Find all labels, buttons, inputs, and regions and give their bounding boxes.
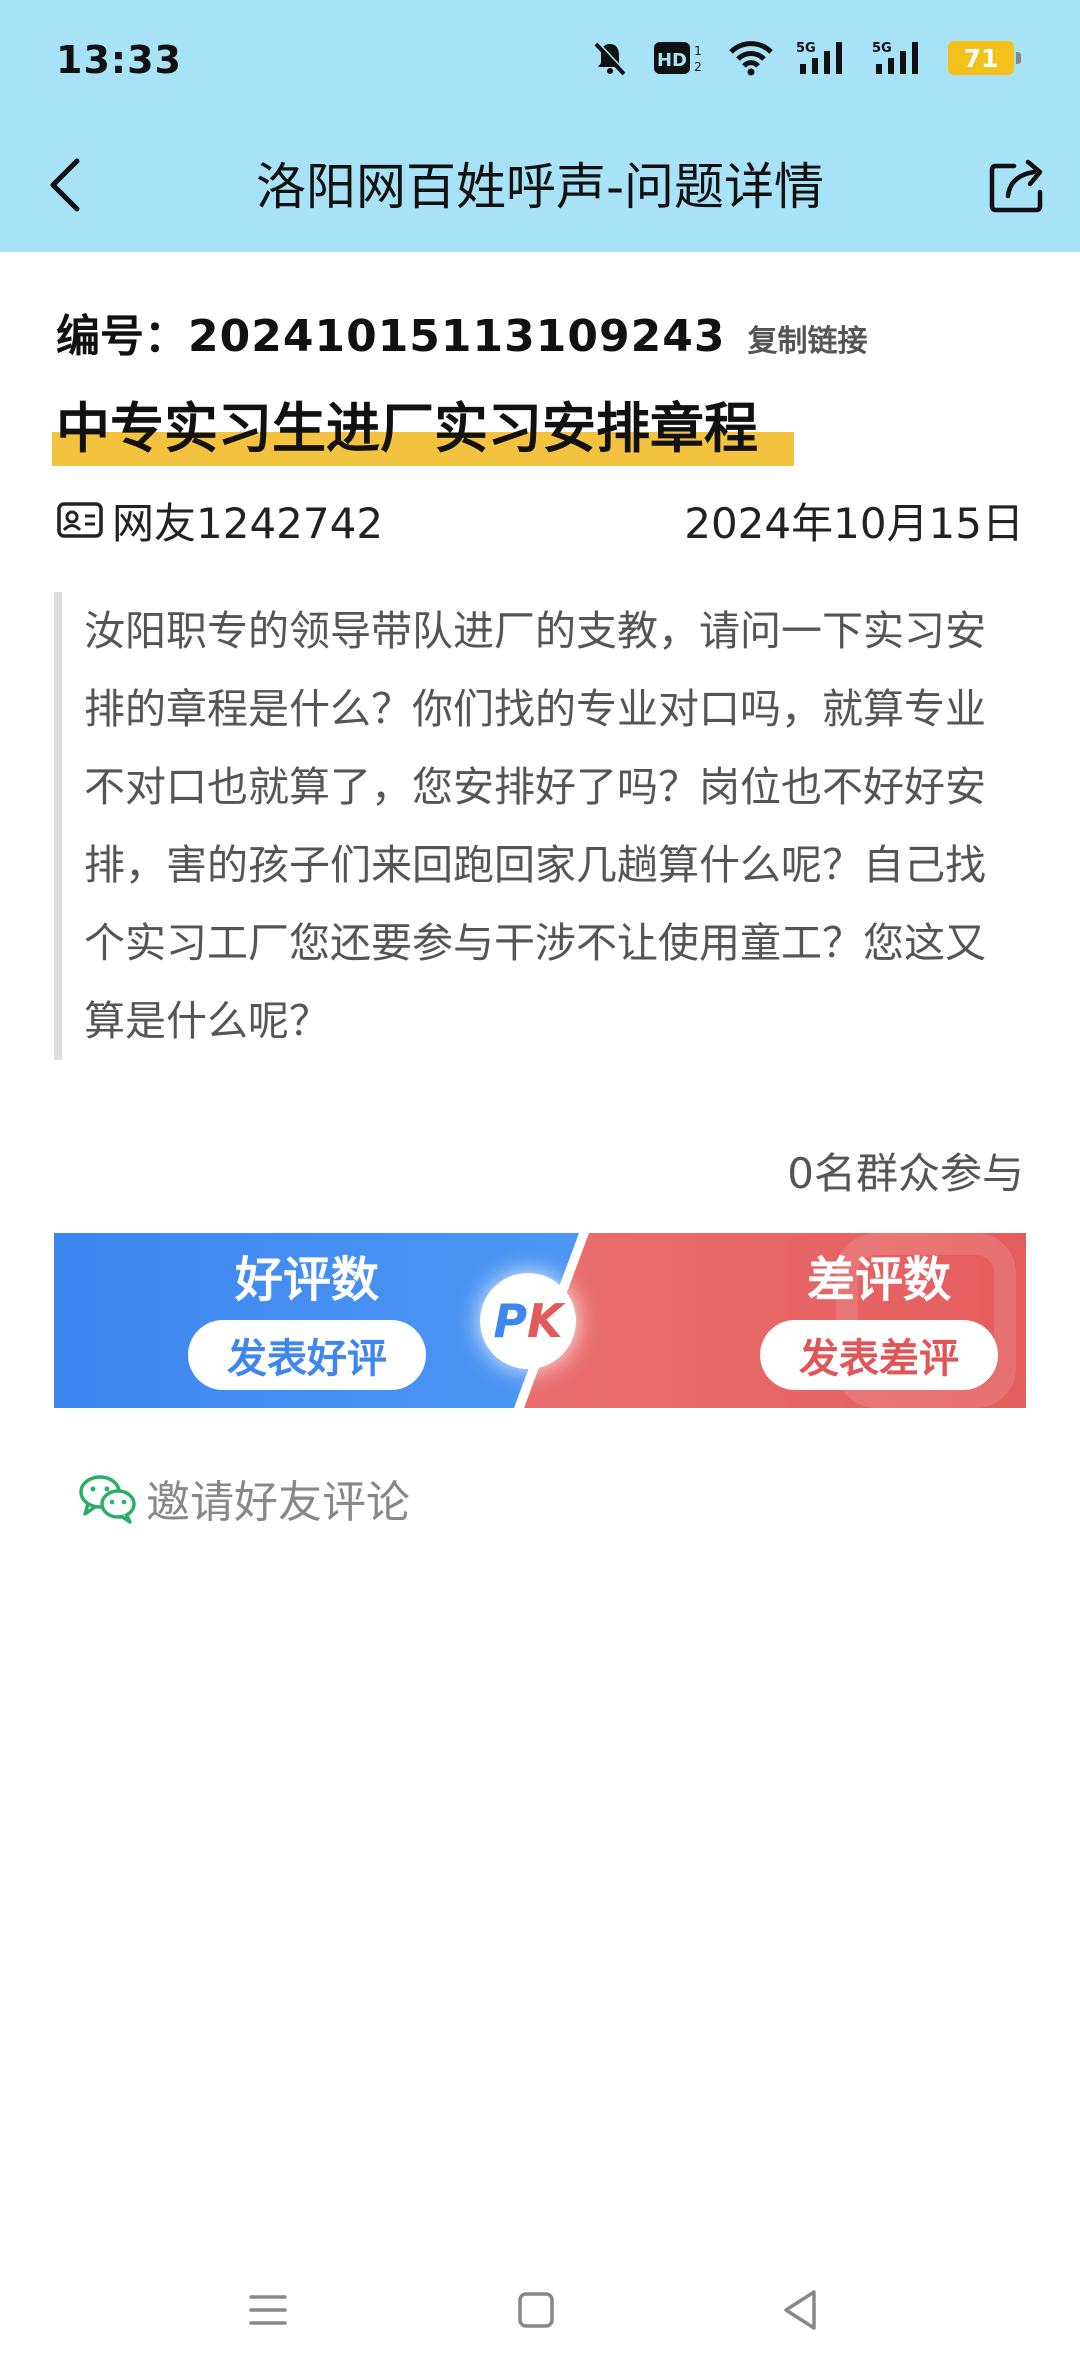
share-button[interactable]: [984, 150, 1054, 220]
top-bar: 13:33 HD 1 2 5G 5G 71 洛阳网百姓呼声-问题详情: [0, 0, 1080, 252]
participant-count: 0名群众参与: [787, 1149, 1024, 1198]
svg-text:2: 2: [694, 60, 702, 74]
post-bad-review-button[interactable]: 发表差评: [760, 1320, 998, 1390]
bad-count-label: 差评数: [806, 1252, 951, 1308]
hd-icon: HD 1 2: [652, 38, 706, 78]
author-name: 网友1242742: [112, 498, 384, 548]
issue-code: 20241015113109243: [188, 311, 726, 362]
signal-5g-icon: 5G: [872, 38, 926, 78]
home-square-icon: [518, 2292, 554, 2328]
svg-text:5G: 5G: [796, 41, 816, 56]
nav-menu-button[interactable]: [228, 2270, 308, 2350]
status-icons: HD 1 2 5G 5G 71: [590, 34, 1021, 82]
invite-friends-button[interactable]: 邀请好友评论: [78, 1466, 410, 1530]
svg-text:1: 1: [694, 44, 702, 58]
pk-bad-column: 差评数 发表差评: [759, 1233, 999, 1408]
invite-friends-label: 邀请好友评论: [146, 1477, 410, 1528]
id-card-icon: [57, 502, 103, 538]
post-good-review-button[interactable]: 发表好评: [188, 1320, 426, 1390]
nav-back-button[interactable]: [760, 2270, 840, 2350]
post-date: 2024年10月15日: [684, 498, 1024, 548]
battery-icon: 71: [948, 41, 1021, 75]
battery-level: 71: [963, 43, 999, 73]
pk-badge: PK: [480, 1273, 576, 1369]
bell-off-icon: [590, 38, 630, 78]
svg-text:5G: 5G: [872, 41, 892, 56]
pk-good-column: 好评数 发表好评: [187, 1233, 427, 1408]
svg-text:HD: HD: [657, 50, 687, 71]
issue-code-line: 编号： 20241015113109243 复制链接: [56, 300, 867, 364]
issue-meta: 网友1242742 2024年10月15日: [56, 490, 1024, 550]
issue-title: 中专实习生进厂实习安排章程: [56, 397, 758, 460]
nav-home-button[interactable]: [496, 2270, 576, 2350]
issue-content: 汝阳职专的领导带队进厂的支教，请问一下实习安排的章程是什么？你们找的专业对口吗，…: [54, 592, 994, 1060]
issue-code-label: 编号：: [56, 311, 188, 362]
pk-letter-p: P: [493, 1294, 528, 1348]
share-icon: [989, 159, 1043, 213]
author: 网友1242742: [56, 490, 383, 551]
copy-link-button[interactable]: 复制链接: [747, 316, 867, 360]
system-nav-bar: [0, 2270, 1080, 2350]
status-time: 13:33: [56, 38, 182, 82]
pk-letter-k: K: [527, 1294, 563, 1348]
menu-icon: [249, 2295, 287, 2325]
back-triangle-icon: [784, 2290, 816, 2330]
pk-rating-bar: 好评数 发表好评 差评数 发表差评 PK: [54, 1233, 1026, 1408]
issue-title-wrap: 中专实习生进厂实习安排章程: [52, 390, 794, 468]
wifi-icon: [728, 38, 774, 78]
page-title: 洛阳网百姓呼声-问题详情: [255, 158, 825, 216]
issue-content-text: 汝阳职专的领导带队进厂的支教，请问一下实习安排的章程是什么？你们找的专业对口吗，…: [84, 607, 986, 1045]
signal-5g-icon: 5G: [796, 38, 850, 78]
good-count-label: 好评数: [234, 1252, 379, 1308]
wechat-icon: [79, 1475, 136, 1524]
